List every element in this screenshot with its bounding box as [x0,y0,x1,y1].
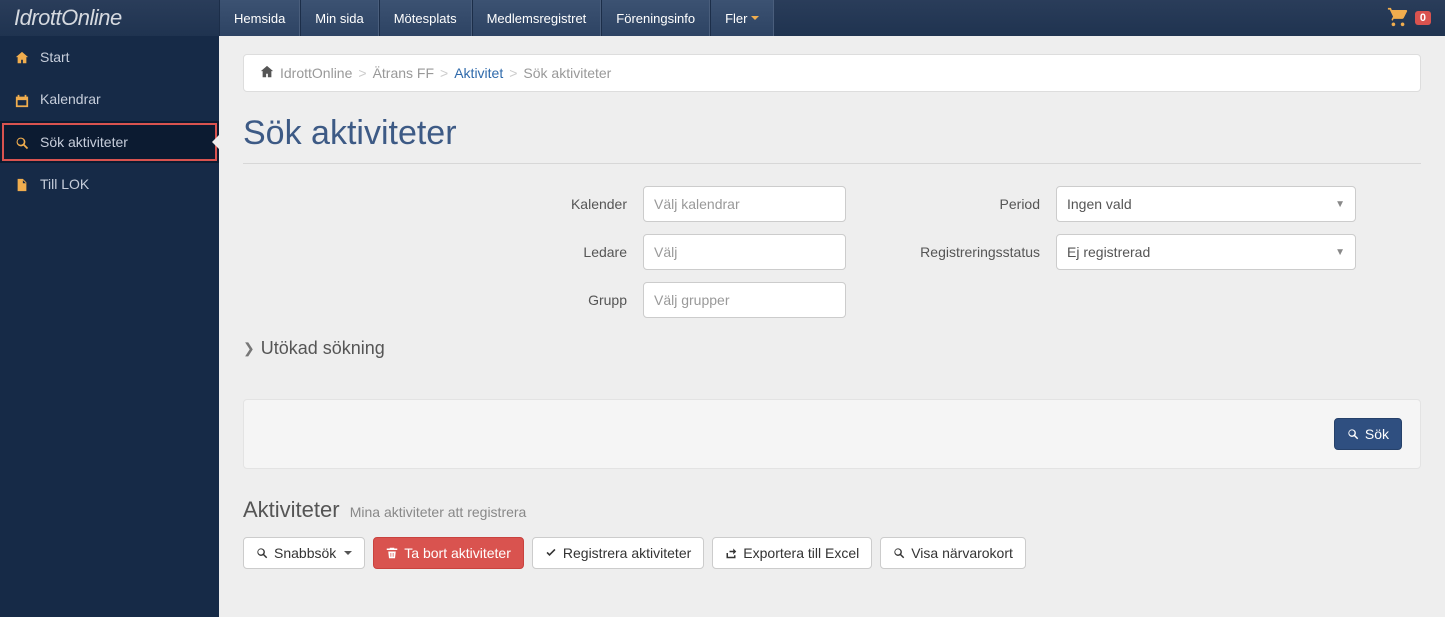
brand-logo: IdrottOnline [0,0,219,36]
cart-icon[interactable] [1387,6,1409,31]
activities-heading-text: Aktiviteter [243,497,340,522]
topnav-motesplats[interactable]: Mötesplats [379,0,472,36]
period-select[interactable]: Ingen vald ▼ [1056,186,1356,222]
sidebar-item-label: Sök aktiviteter [40,134,128,150]
top-nav: Hemsida Min sida Mötesplats Medlemsregis… [219,0,774,36]
register-activities-button[interactable]: Registrera aktiviteter [532,537,704,569]
expand-search-toggle[interactable]: ❯ Utökad sökning [243,338,1421,359]
search-icon [893,547,905,559]
topnav-min-sida[interactable]: Min sida [300,0,378,36]
file-icon [14,176,30,192]
topnav-medlemsregistret[interactable]: Medlemsregistret [472,0,602,36]
sidebar-item-sok-aktiviteter[interactable]: Sök aktiviteter [0,121,219,163]
regstatus-label: Registreringsstatus [886,244,1056,260]
topnav-fler-label: Fler [725,11,747,26]
breadcrumb-separator: > [358,65,366,81]
ledare-input[interactable] [643,234,846,270]
sidebar: Start Kalendrar Sök aktiviteter Till LOK [0,36,219,617]
export-excel-button[interactable]: Exportera till Excel [712,537,872,569]
share-icon [725,547,737,559]
export-excel-label: Exportera till Excel [743,545,859,561]
sidebar-item-start[interactable]: Start [0,36,219,78]
breadcrumb-org: Ätrans FF [373,65,434,81]
expand-search-label: Utökad sökning [261,338,385,359]
home-icon [14,49,30,65]
activities-subheading: Mina aktiviteter att registrera [350,504,527,520]
search-button[interactable]: Sök [1334,418,1402,450]
topnav-fler[interactable]: Fler [710,0,774,36]
sidebar-item-kalendrar[interactable]: Kalendrar [0,78,219,120]
quicksearch-button[interactable]: Snabbsök [243,537,365,569]
trash-icon [386,547,398,559]
kalender-label: Kalender [243,196,643,212]
search-icon [1347,428,1359,440]
chevron-right-icon: ❯ [243,340,255,357]
period-value: Ingen vald [1067,196,1132,212]
sidebar-item-till-lok[interactable]: Till LOK [0,163,219,205]
page-title: Sök aktiviteter [243,114,1421,153]
home-icon [260,65,274,81]
topnav-hemsida[interactable]: Hemsida [219,0,300,36]
regstatus-select[interactable]: Ej registrerad ▼ [1056,234,1356,270]
search-icon [256,547,268,559]
cart-badge: 0 [1415,11,1431,25]
sidebar-item-label: Start [40,49,70,65]
chevron-down-icon: ▼ [1335,247,1345,258]
breadcrumb-section-link[interactable]: Aktivitet [454,65,503,81]
topnav-foreningsinfo[interactable]: Föreningsinfo [601,0,710,36]
ledare-label: Ledare [243,244,643,260]
breadcrumb-current: Sök aktiviteter [523,65,611,81]
kalender-input[interactable] [643,186,846,222]
grupp-input[interactable] [643,282,846,318]
chevron-down-icon [751,16,759,20]
check-icon [545,547,557,559]
chevron-down-icon [344,551,352,555]
show-attendance-button[interactable]: Visa närvarokort [880,537,1026,569]
show-attendance-label: Visa närvarokort [911,545,1013,561]
breadcrumb-home: IdrottOnline [280,65,352,81]
chevron-down-icon: ▼ [1335,199,1345,210]
breadcrumb-separator: > [440,65,448,81]
delete-activities-button[interactable]: Ta bort aktiviteter [373,537,524,569]
search-button-label: Sök [1365,426,1389,442]
delete-activities-label: Ta bort aktiviteter [404,545,511,561]
quicksearch-label: Snabbsök [274,545,336,561]
calendar-icon [14,91,30,107]
sidebar-item-label: Till LOK [40,176,89,192]
search-icon [14,134,30,150]
activities-heading: Aktiviteter Mina aktiviteter att registr… [243,497,1421,523]
register-activities-label: Registrera aktiviteter [563,545,691,561]
grupp-label: Grupp [243,292,643,308]
period-label: Period [886,196,1056,212]
sidebar-item-label: Kalendrar [40,91,101,107]
breadcrumb-separator: > [509,65,517,81]
regstatus-value: Ej registrerad [1067,244,1150,260]
divider [243,163,1421,164]
breadcrumb: IdrottOnline > Ätrans FF > Aktivitet > S… [243,54,1421,92]
